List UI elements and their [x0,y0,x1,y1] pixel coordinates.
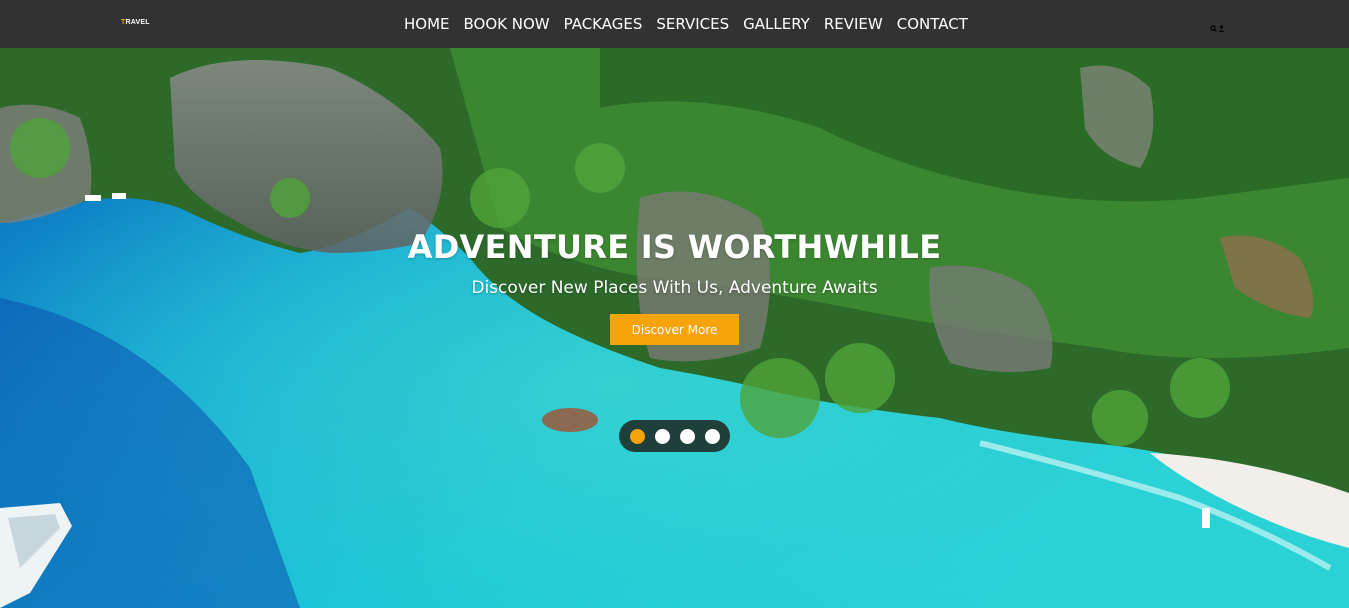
slide-dot-1[interactable] [629,428,645,444]
slider-dots [619,420,730,452]
nav-book-now-link[interactable]: BOOK NOW [457,13,557,35]
slide-dot-4[interactable] [704,428,720,444]
main-nav: HOME BOOK NOW PACKAGES SERVICES GALLERY … [397,13,975,35]
nav-packages-link[interactable]: PACKAGES [557,13,650,35]
hero-section: ADVENTURE IS WORTHWHILE Discover New Pla… [0,48,1349,608]
top-navbar: TRAVEL HOME BOOK NOW PACKAGES SERVICES G… [0,0,1349,48]
site-logo[interactable]: TRAVEL [121,19,150,26]
search-icon[interactable] [1210,18,1217,32]
nav-gallery-link[interactable]: GALLERY [736,13,817,35]
discover-more-button[interactable]: Discover More [610,314,739,345]
user-icon[interactable] [1218,18,1225,32]
nav-home-link[interactable]: HOME [397,13,457,35]
slide-dot-2[interactable] [654,428,670,444]
nav-services-link[interactable]: SERVICES [649,13,736,35]
hero-subtitle: Discover New Places With Us, Adventure A… [471,278,878,298]
slide-dot-3[interactable] [679,428,695,444]
nav-icon-group [1210,18,1225,32]
nav-review-link[interactable]: REVIEW [817,13,890,35]
hero-title: ADVENTURE IS WORTHWHILE [407,228,942,266]
nav-contact-link[interactable]: CONTACT [890,13,975,35]
